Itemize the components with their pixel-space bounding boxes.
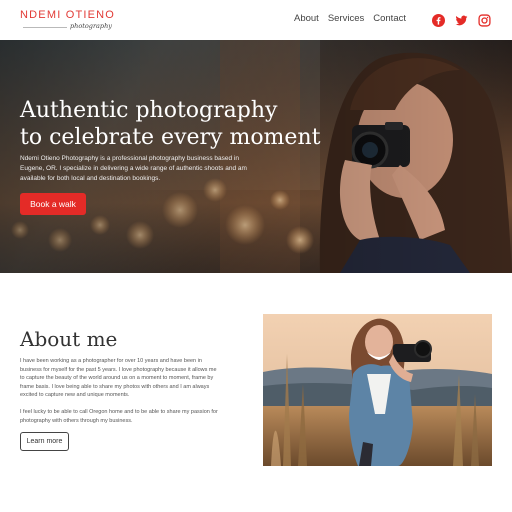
hero-description: Ndemi Otieno Photography is a profession… bbox=[20, 155, 247, 182]
facebook-icon[interactable] bbox=[432, 12, 445, 27]
book-a-walk-button[interactable]: Book a walk bbox=[20, 193, 86, 215]
hero-title: Authentic photography to celebrate every… bbox=[20, 97, 340, 151]
logo[interactable]: NDEMI OTIENO photography bbox=[20, 9, 116, 30]
hero-title-line1: Authentic photography bbox=[20, 98, 278, 123]
social-links bbox=[432, 12, 491, 27]
about-title: About me bbox=[20, 327, 118, 351]
nav-services[interactable]: Services bbox=[328, 13, 364, 24]
hero-title-line2: to celebrate every moment bbox=[20, 125, 321, 150]
hero-section: Authentic photography to celebrate every… bbox=[0, 40, 512, 273]
nav-about[interactable]: About bbox=[294, 13, 319, 24]
instagram-icon[interactable] bbox=[478, 12, 491, 27]
about-paragraph-2: I feel lucky to be able to call Oregon h… bbox=[20, 409, 218, 424]
about-paragraph-1: I have been working as a photographer fo… bbox=[20, 358, 217, 398]
logo-divider bbox=[23, 27, 67, 28]
site-header: NDEMI OTIENO photography About Services … bbox=[0, 0, 512, 40]
about-photo bbox=[263, 314, 492, 466]
learn-more-button[interactable]: Learn more bbox=[20, 432, 69, 451]
twitter-icon[interactable] bbox=[455, 12, 468, 26]
logo-subtitle: photography bbox=[70, 22, 112, 30]
main-nav: About Services Contact bbox=[294, 13, 406, 24]
logo-name: NDEMI OTIENO bbox=[20, 9, 116, 21]
nav-contact[interactable]: Contact bbox=[373, 13, 406, 24]
